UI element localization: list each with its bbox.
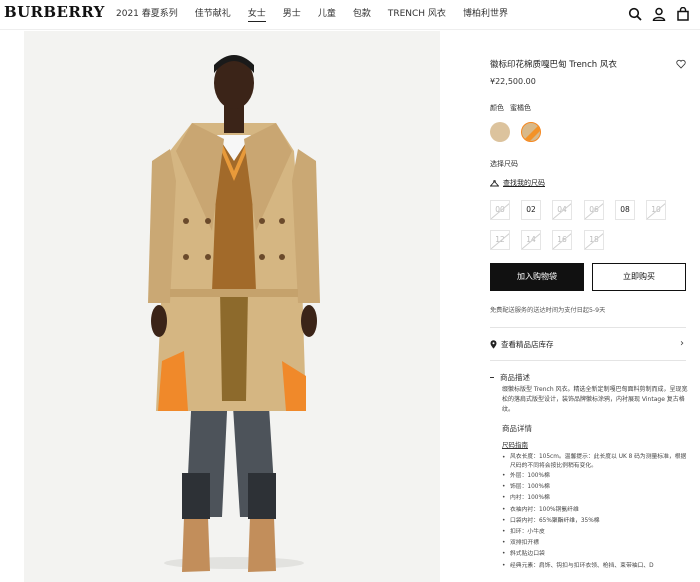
list-item: • 风衣长度：105cm。温馨提示：此长度以 UK 8 码为测量标准，根据尺码的不… [502,454,687,469]
size-option-16[interactable]: 16 [552,230,572,250]
list-item: • 扣环：小牛皮 [502,529,545,536]
size-option-14[interactable]: 14 [521,230,541,250]
product-price: ¥22,500.00 [490,77,536,86]
shipping-note: 免费配送服务的送达时间为支付日起5-9天 [490,307,606,314]
size-option-08[interactable]: 08 [615,200,635,220]
color-swatch-tangerine[interactable] [521,122,541,142]
product-details-list: • 风衣长度：105cm。温馨提示：此长度以 UK 8 码为测量标准，根据尺码的不… [502,453,690,572]
color-selector-label: 颜色 蜜橘色 [490,103,531,113]
nav-item-trench[interactable]: TRENCH 风衣 [388,8,446,20]
chevron-right-icon: › [680,338,684,349]
color-swatch-honey[interactable] [490,122,510,142]
nav-item-women[interactable]: 女士 [247,8,266,22]
description-heading-text: 商品描述 [500,373,530,382]
size-option-18[interactable]: 18 [584,230,604,250]
nav-item-world[interactable]: 博柏利世界 [463,8,508,20]
add-to-bag-button[interactable]: 加入购物袋 [490,263,584,291]
nav-item-gifts[interactable]: 佳节献礼 [195,8,231,20]
size-option-06[interactable]: 06 [584,200,604,220]
size-option-12[interactable]: 12 [490,230,510,250]
account-icon[interactable] [652,7,666,21]
description-heading[interactable]: 商品描述 [490,372,530,383]
header-icons [628,7,690,21]
hanger-icon [490,179,499,186]
main-nav: 2021 春夏系列 佳节献礼 女士 男士 儿童 包款 TRENCH 风衣 博柏利… [116,8,525,24]
color-label: 颜色 [490,104,504,112]
list-item: • 斜式贴边口袋 [502,551,545,558]
nav-item-children[interactable]: 儿童 [318,8,336,20]
size-option-00[interactable]: 00 [490,200,510,220]
size-option-02[interactable]: 02 [521,200,541,220]
nav-item-bags[interactable]: 包款 [353,8,371,20]
nav-item-men[interactable]: 男士 [283,8,301,20]
list-item: • 外层：100%棉 [502,473,550,479]
divider [490,360,686,361]
list-item: • 口袋内衬：65%聚酯纤维，35%棉 [502,517,600,524]
details-heading: 商品详情 [502,424,532,433]
list-item: • 饰层：100%棉 [502,484,550,491]
selected-color-name: 蜜橘色 [510,104,531,112]
product-info-panel: 徽标印花棉质嘎巴甸 Trench 风衣 ¥22,500.00 颜色 蜜橘色 选择尺… [490,31,690,582]
product-image[interactable] [24,31,440,582]
search-icon[interactable] [628,7,642,21]
store-stock-link[interactable]: 查看精品店库存 › [490,336,686,352]
list-item: • 衣袖内衬：100%铜氨纤维 [502,506,579,513]
list-item: • 内衬：100%棉 [502,495,550,502]
buy-now-button[interactable]: 立即购买 [592,263,686,291]
wishlist-heart-icon[interactable] [676,59,686,69]
burberry-logo[interactable]: BURBERRY [4,3,105,21]
find-my-size-text: 查找我的尺码 [503,179,545,187]
location-pin-icon [490,339,497,349]
size-option-10[interactable]: 10 [646,200,666,220]
list-item: • 双排扣开襟 [502,540,539,547]
bag-icon[interactable] [676,7,690,21]
store-stock-text: 查看精品店库存 [501,339,554,349]
size-option-04[interactable]: 04 [552,200,572,220]
model-in-trench-coat-image [24,31,440,582]
product-title: 徽标印花棉质嘎巴甸 Trench 风衣 [490,60,617,70]
find-my-size-link[interactable]: 查找我的尺码 [490,178,545,188]
size-chart-link[interactable]: 尺码指南 [502,439,528,449]
collapse-minus-icon [490,377,494,378]
size-select-label: 选择尺码 [490,160,518,168]
product-description: 缀徽标版型 Trench 风衣。精选全新定制嘎巴甸面料剪制而成，呈现宽松的落肩式… [502,386,688,413]
list-item: • 经典元素：肩饰、钩扣与扣环衣领、枪挡、束带袖口、D [502,562,654,569]
divider [490,327,686,328]
site-header: BURBERRY 2021 春夏系列 佳节献礼 女士 男士 儿童 包款 TREN… [0,0,700,30]
nav-item-ss21[interactable]: 2021 春夏系列 [116,8,178,20]
